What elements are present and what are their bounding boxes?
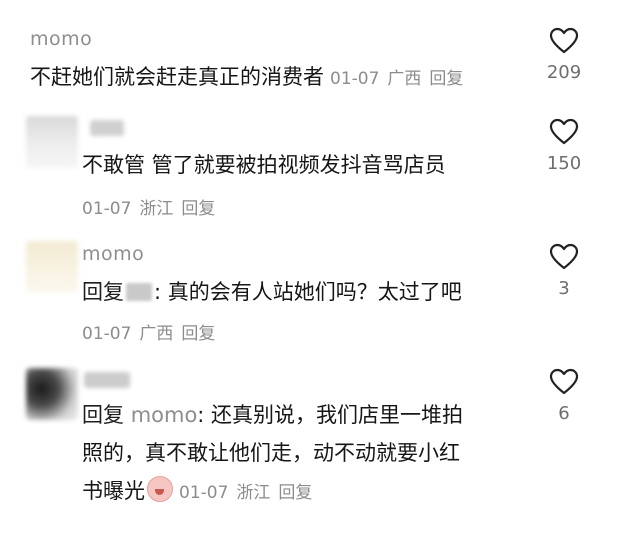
like-button[interactable]: 6 — [542, 368, 586, 424]
comment-body: 不赶她们就会赶走真正的消费者 — [30, 65, 324, 89]
comment-location: 浙江 — [139, 199, 174, 219]
comment-username[interactable] — [84, 372, 130, 388]
comment-meta: 01-07 浙江 回复 — [82, 194, 215, 219]
comment-text: 不敢管 管了就要被拍视频发抖音骂店员 — [82, 146, 446, 184]
like-count: 3 — [558, 278, 570, 299]
comment-meta: 01-07 广西 回复 — [82, 319, 215, 344]
heart-outline-icon — [549, 27, 579, 54]
like-count: 150 — [546, 153, 582, 174]
heart-outline-icon — [549, 243, 579, 270]
reply-button[interactable]: 回复 — [181, 199, 215, 219]
comment-username[interactable]: momo — [82, 243, 144, 265]
avatar[interactable] — [26, 368, 78, 420]
comment-location: 广西 — [387, 69, 422, 89]
heart-outline-icon — [549, 118, 579, 145]
comment-location: 浙江 — [236, 483, 271, 503]
comment-text: 回复 momo: 还真别说，我们店里一堆拍 照的，真不敢让他们走，动不动就要小红… — [82, 396, 502, 512]
comment-line-3: 书曝光 01-07 浙江 回复 — [82, 472, 502, 512]
comment-text: 回复 : 真的会有人站她们吗？太过了吧 — [82, 273, 462, 311]
comment-item: momo 不赶她们就会赶走真正的消费者 01-07 广西 回复 209 — [0, 0, 620, 110]
comment-body: 不敢管 管了就要被拍视频发抖音骂店员 — [82, 153, 446, 177]
redacted-username — [126, 283, 152, 301]
reply-prefix: 回复 — [82, 403, 124, 427]
comment-item: 不敢管 管了就要被拍视频发抖音骂店员 01-07 浙江 回复 150 — [0, 110, 620, 235]
comment-date: 01-07 — [82, 199, 132, 219]
reply-target-username[interactable]: momo — [131, 403, 198, 427]
comment-line-2: 照的，真不敢让他们走，动不动就要小红 — [82, 441, 460, 465]
comment-username[interactable] — [90, 120, 124, 136]
comment-date: 01-07 — [179, 483, 229, 503]
comment-item: momo 回复 : 真的会有人站她们吗？太过了吧 01-07 广西 回复 3 — [0, 235, 620, 360]
comment-meta: 01-07 浙江 回复 — [179, 483, 312, 503]
like-button[interactable]: 3 — [542, 243, 586, 299]
comment-date: 01-07 — [330, 69, 380, 89]
comment-text: 不赶她们就会赶走真正的消费者 01-07 广西 回复 — [30, 58, 463, 98]
avatar[interactable] — [26, 116, 78, 168]
comment-body-line-3: 书曝光 — [82, 479, 145, 503]
comment-body: : 真的会有人站她们吗？太过了吧 — [154, 280, 462, 304]
comment-meta: 01-07 广西 回复 — [330, 69, 463, 89]
comment-location: 广西 — [139, 324, 174, 344]
reply-button[interactable]: 回复 — [181, 324, 215, 344]
reply-button[interactable]: 回复 — [278, 483, 312, 503]
crying-face-emoji — [147, 476, 173, 502]
heart-outline-icon — [549, 368, 579, 395]
comment-body-line-1: : 还真别说，我们店里一堆拍 — [197, 403, 464, 427]
reply-button[interactable]: 回复 — [429, 69, 463, 89]
like-count: 6 — [558, 403, 570, 424]
comment-username[interactable]: momo — [30, 28, 92, 50]
like-button[interactable]: 150 — [542, 118, 586, 174]
comment-line-1: 回复 momo: 还真别说，我们店里一堆拍 — [82, 396, 502, 434]
comment-item: 回复 momo: 还真别说，我们店里一堆拍 照的，真不敢让他们走，动不动就要小红… — [0, 360, 620, 536]
like-count: 209 — [546, 62, 582, 83]
like-button[interactable]: 209 — [542, 27, 586, 83]
avatar[interactable] — [26, 241, 78, 293]
comment-date: 01-07 — [82, 324, 132, 344]
reply-prefix: 回复 — [82, 280, 124, 304]
